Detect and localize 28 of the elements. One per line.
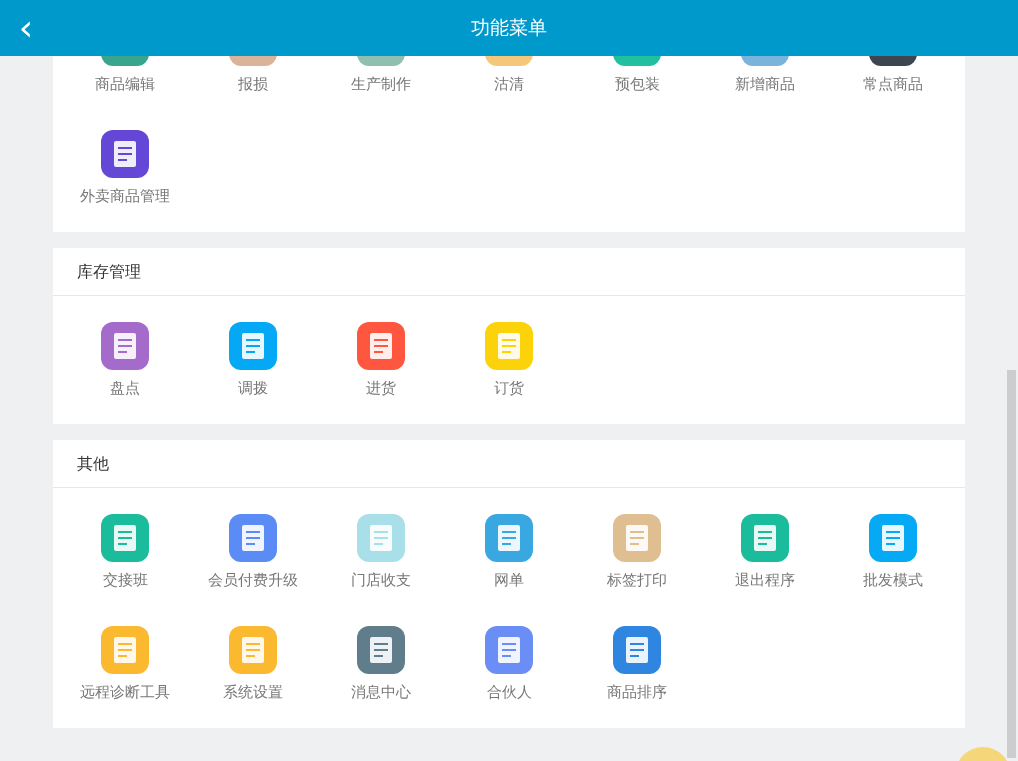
menu-item-label[interactable]: 生产制作: [351, 74, 411, 94]
menu-item-label[interactable]: 进货: [366, 378, 396, 398]
menu-item-label[interactable]: 退出程序: [735, 570, 795, 590]
menu-item-label[interactable]: 预包装: [614, 74, 660, 94]
menu-item-label[interactable]: 商品编辑: [95, 74, 155, 94]
menu-item-label[interactable]: 会员付费升级: [208, 570, 298, 590]
menu-item-label[interactable]: 消息中心: [351, 682, 411, 702]
menu-item-label[interactable]: 调拨: [238, 378, 268, 398]
menu-item-label[interactable]: 门店收支: [351, 570, 411, 590]
menu-item-label[interactable]: 交接班: [102, 570, 148, 590]
menu-item-label[interactable]: 盘点: [110, 378, 140, 398]
menu-item-label[interactable]: 批发模式: [863, 570, 923, 590]
section-title: 库存管理: [53, 248, 965, 296]
section-title: 其他: [53, 440, 965, 488]
menu-item-label[interactable]: 常点商品: [863, 74, 923, 94]
menu-item-label[interactable]: 商品排序: [607, 682, 667, 702]
page-title: 功能菜单: [471, 15, 547, 40]
menu-item-label[interactable]: 系统设置: [223, 682, 283, 702]
menu-item-label[interactable]: 远程诊断工具: [80, 682, 170, 702]
menu-item-label[interactable]: 标签打印: [607, 570, 667, 590]
menu-item-label[interactable]: 合伙人: [486, 682, 532, 702]
menu-item-label[interactable]: 沽清: [494, 74, 524, 94]
menu-item-label[interactable]: 外卖商品管理: [80, 186, 170, 206]
menu-item-label[interactable]: 新增商品: [735, 74, 795, 94]
menu-item-label[interactable]: 网单: [494, 570, 524, 590]
menu-item-label[interactable]: 订货: [494, 378, 524, 398]
back-button[interactable]: ‹: [12, 8, 40, 48]
menu-item-label[interactable]: 报损: [238, 74, 268, 94]
